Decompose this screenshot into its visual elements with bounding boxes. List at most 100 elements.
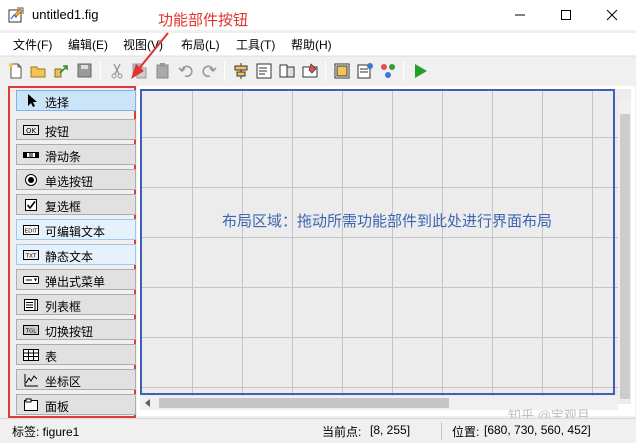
copy-button[interactable]: [129, 60, 151, 82]
run-icon: [415, 64, 427, 78]
open-icon: [30, 66, 46, 78]
palette-popup-menu[interactable]: 弹出式菜单: [16, 269, 136, 290]
radio-button-icon: [25, 174, 37, 186]
maximize-button[interactable]: [543, 0, 589, 30]
undo-icon: [178, 65, 193, 78]
copy-icon: [132, 63, 147, 79]
push-button-icon-text: OK: [26, 127, 37, 135]
layout-region-highlight: 布局区域：拖动所需功能部件到此处进行界面布局: [140, 89, 615, 395]
status-tag: 标签: figure1: [12, 425, 80, 439]
title-bar: untitled1.fig: [0, 0, 636, 30]
listbox-icon: [24, 299, 38, 311]
palette-label: 面板: [45, 400, 70, 414]
panel-icon: [24, 398, 38, 411]
editor-button[interactable]: [331, 60, 353, 82]
vertical-scroll-thumb[interactable]: [620, 114, 630, 399]
redo-icon: [202, 65, 217, 78]
palette-label: 按钮: [45, 125, 70, 139]
property-inspector-icon: [357, 63, 373, 79]
save-icon: [77, 63, 92, 78]
edit-text-icon: EDIT: [23, 225, 39, 235]
save-button[interactable]: [74, 60, 96, 82]
new-icon: [9, 63, 22, 79]
menu-bar: 文件(F) 编辑(E) 视图(V) 布局(L) 工具(T) 帮助(H): [0, 33, 636, 55]
open-button[interactable]: [28, 60, 50, 82]
palette-label: 选择: [45, 96, 70, 110]
palette-push-button[interactable]: OK 按钮: [16, 119, 136, 140]
palette-static-text[interactable]: TXT 静态文本: [16, 244, 136, 265]
palette-label: 静态文本: [45, 250, 94, 264]
object-browser-button[interactable]: [377, 60, 399, 82]
align-icon: [234, 63, 248, 79]
menu-file[interactable]: 文件(F): [13, 36, 52, 53]
property-inspector-button[interactable]: [354, 60, 376, 82]
palette-label: 滑动条: [45, 150, 82, 164]
toolbar-editor-icon: [302, 63, 318, 78]
toolbar: [0, 56, 636, 84]
menu-editor-button[interactable]: [253, 60, 275, 82]
status-current-point-value: [8, 255]: [370, 423, 411, 437]
palette-label: 可编辑文本: [45, 225, 106, 239]
figure-icon: [8, 7, 24, 23]
toggle-button-icon-text: TGL: [25, 329, 38, 335]
menu-editor-icon: [256, 63, 272, 79]
menu-view[interactable]: 视图(V): [123, 36, 163, 53]
toggle-button-icon: TGL: [23, 325, 39, 335]
palette-toggle-button[interactable]: TGL 切换按钮: [16, 319, 136, 340]
slider-icon: [23, 152, 39, 158]
palette-slider[interactable]: 滑动条: [16, 144, 136, 165]
palette-label: 单选按钮: [45, 175, 94, 189]
palette-checkbox[interactable]: 复选框: [16, 194, 136, 215]
align-button[interactable]: [230, 60, 252, 82]
menu-layout[interactable]: 布局(L): [181, 36, 220, 53]
layout-area[interactable]: 布局区域：拖动所需功能部件到此处进行界面布局: [137, 86, 635, 416]
menu-edit[interactable]: 编辑(E): [68, 36, 108, 53]
popup-menu-icon: [23, 276, 39, 284]
component-palette: 选择 OK 按钮 滑动条 单选按钮 复选框 EDIT 可编辑文本 TXT 静态文…: [8, 86, 136, 418]
menu-help[interactable]: 帮助(H): [291, 36, 332, 53]
run-button[interactable]: [409, 60, 431, 82]
palette-label: 列表框: [45, 300, 82, 314]
minimize-button[interactable]: [497, 0, 543, 30]
select-arrow-icon: [28, 94, 37, 107]
palette-table[interactable]: 表: [16, 344, 136, 365]
status-current-point-label: 当前点:: [322, 425, 362, 439]
palette-label: 复选框: [45, 200, 82, 214]
close-button[interactable]: [589, 0, 635, 30]
checkbox-icon: [25, 199, 37, 211]
status-position-label: 位置:: [452, 425, 480, 439]
edit-text-icon-text: EDIT: [25, 229, 38, 235]
annotation-label: 功能部件按钮: [158, 12, 249, 29]
static-text-icon-text: TXT: [25, 254, 37, 260]
toolbar-editor-button[interactable]: [299, 60, 321, 82]
palette-axes[interactable]: 坐标区: [16, 369, 136, 390]
palette-select[interactable]: 选择: [16, 90, 136, 111]
editor-icon: [334, 63, 350, 79]
redo-button[interactable]: [198, 60, 220, 82]
status-bar: 标签: figure1 当前点: [8, 255] 位置: [680, 730,…: [0, 418, 636, 443]
new-button[interactable]: [5, 60, 27, 82]
palette-listbox[interactable]: 列表框: [16, 294, 136, 315]
tab-order-icon: [279, 64, 295, 78]
status-position-value: [680, 730, 560, 452]: [484, 423, 591, 437]
maximize-icon: [561, 10, 571, 20]
scroll-left-icon[interactable]: [144, 399, 152, 407]
palette-label: 坐标区: [45, 375, 82, 389]
palette-radio-button[interactable]: 单选按钮: [16, 169, 136, 190]
cut-button[interactable]: [106, 60, 128, 82]
palette-panel[interactable]: 面板: [16, 394, 136, 415]
palette-edit-text[interactable]: EDIT 可编辑文本: [16, 219, 136, 240]
layout-area-caption: 布局区域：拖动所需功能部件到此处进行界面布局: [222, 213, 553, 230]
close-icon: [606, 9, 618, 21]
export-button[interactable]: [51, 60, 73, 82]
cut-icon: [111, 63, 123, 79]
undo-button[interactable]: [175, 60, 197, 82]
horizontal-scroll-thumb[interactable]: [159, 398, 449, 408]
vertical-scrollbar[interactable]: [618, 100, 631, 400]
export-icon: [54, 65, 68, 78]
menu-tools[interactable]: 工具(T): [236, 36, 275, 53]
tab-order-button[interactable]: [276, 60, 298, 82]
paste-button[interactable]: [152, 60, 174, 82]
palette-label: 弹出式菜单: [45, 275, 106, 289]
axes-icon: [24, 374, 38, 387]
